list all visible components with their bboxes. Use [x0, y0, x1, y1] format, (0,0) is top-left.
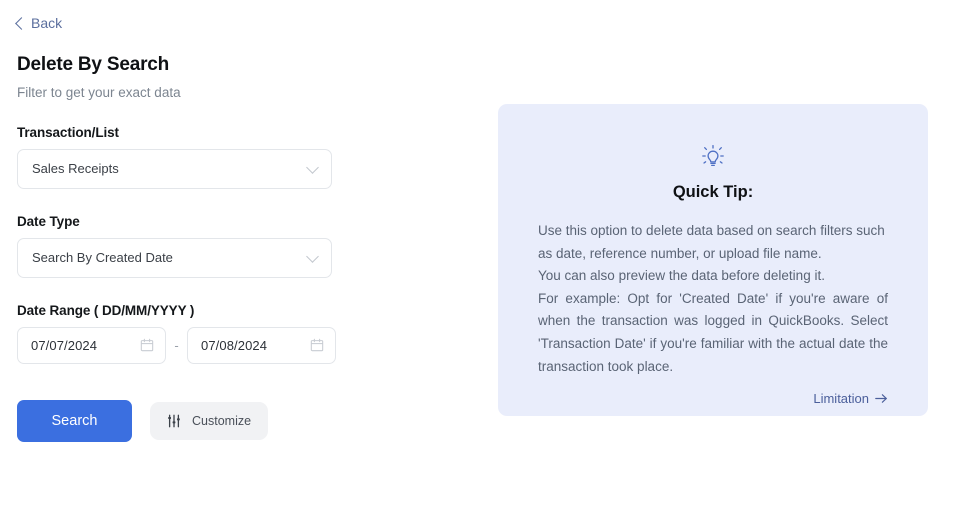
quick-tip-title: Quick Tip: — [672, 183, 754, 201]
quick-tip-line-3: For example: Opt for 'Created Date' if y… — [538, 290, 888, 374]
quick-tip-line-1: Use this option to delete data based on … — [538, 223, 885, 261]
transaction-list-label: Transaction/List — [17, 124, 119, 140]
action-buttons: Search Customize — [17, 399, 480, 442]
quick-tip-body: Use this option to delete data based on … — [538, 220, 888, 378]
quick-tip-icon-wrap — [538, 144, 888, 170]
transaction-list-field: Transaction/List Sales Receipts — [17, 125, 480, 189]
date-range-separator: - — [174, 337, 179, 353]
quick-tip-line-2: You can also preview the data before del… — [538, 268, 825, 284]
date-range-end-input[interactable]: 07/08/2024 — [187, 326, 336, 364]
date-range-start-input[interactable]: 07/07/2024 — [17, 326, 166, 364]
date-range-field: Date Range ( DD/MM/YYYY ) 07/07/2024 - 0… — [17, 303, 480, 364]
lightbulb-icon — [702, 144, 724, 167]
page-subtitle: Filter to get your exact data — [17, 84, 181, 100]
date-type-label: Date Type — [17, 213, 80, 229]
customize-button-label: Customize — [192, 413, 252, 428]
transaction-list-select[interactable]: Sales Receipts — [17, 148, 332, 189]
page-title: Delete By Search — [17, 53, 170, 75]
quick-tip-card: Quick Tip: Use this option to delete dat… — [498, 104, 928, 416]
chevron-down-icon — [306, 249, 319, 263]
date-range-start-value: 07/07/2024 — [31, 337, 98, 353]
date-range-row: 07/07/2024 - 07/08/2024 — [17, 326, 480, 364]
limitation-link[interactable]: Limitation — [813, 391, 888, 406]
filter-panel: Back Delete By Search Filter to get your… — [0, 0, 480, 521]
date-range-end-value: 07/08/2024 — [201, 337, 268, 353]
calendar-icon[interactable] — [140, 338, 154, 352]
chevron-down-icon — [306, 160, 319, 174]
date-range-label: Date Range ( DD/MM/YYYY ) — [17, 302, 195, 318]
date-type-field: Date Type Search By Created Date — [17, 214, 480, 278]
customize-button[interactable]: Customize — [150, 401, 269, 440]
transaction-list-value: Sales Receipts — [32, 161, 119, 176]
sliders-icon — [168, 414, 180, 427]
calendar-icon[interactable] — [310, 338, 324, 352]
date-type-select[interactable]: Search By Created Date — [17, 237, 332, 278]
search-button[interactable]: Search — [17, 399, 132, 442]
back-link-label: Back — [31, 15, 63, 31]
limitation-link-label: Limitation — [813, 391, 869, 407]
date-type-value: Search By Created Date — [32, 250, 173, 265]
chevron-left-icon — [15, 16, 28, 30]
arrow-right-icon — [875, 394, 887, 403]
back-link[interactable]: Back — [15, 14, 63, 32]
quick-tip-footer: Limitation — [538, 390, 888, 408]
